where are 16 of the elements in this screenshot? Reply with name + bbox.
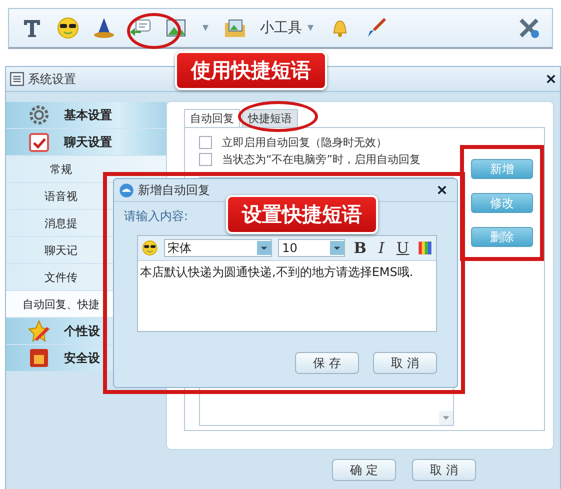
sidebar-label: 聊天设置 <box>64 134 112 150</box>
annotation-callout: 设置快捷短语 <box>226 195 378 234</box>
sidebar-label: 聊天记 <box>44 242 78 258</box>
font-value: 宋体 <box>168 240 193 256</box>
sidebar-label: 自动回复、快捷 <box>22 296 100 312</box>
annotation-callout: 使用快捷短语 <box>175 51 327 90</box>
sidebar-label: 个性设 <box>64 322 100 340</box>
sidebar-label: 基本设置 <box>64 106 112 124</box>
sidebar-label: 常规 <box>50 162 72 176</box>
sidebar-label: 语音视 <box>44 188 78 204</box>
sidebar-label: 安全设 <box>64 350 100 366</box>
option-label: 立即启用自动回复（隐身时无效） <box>222 135 387 150</box>
sidebar-label: 消息提 <box>44 216 78 230</box>
sidebar-label: 文件传 <box>44 270 78 284</box>
size-value: 10 <box>282 241 298 255</box>
option-label: 当状态为“不在电脑旁”时，启用自动回复 <box>222 152 420 167</box>
